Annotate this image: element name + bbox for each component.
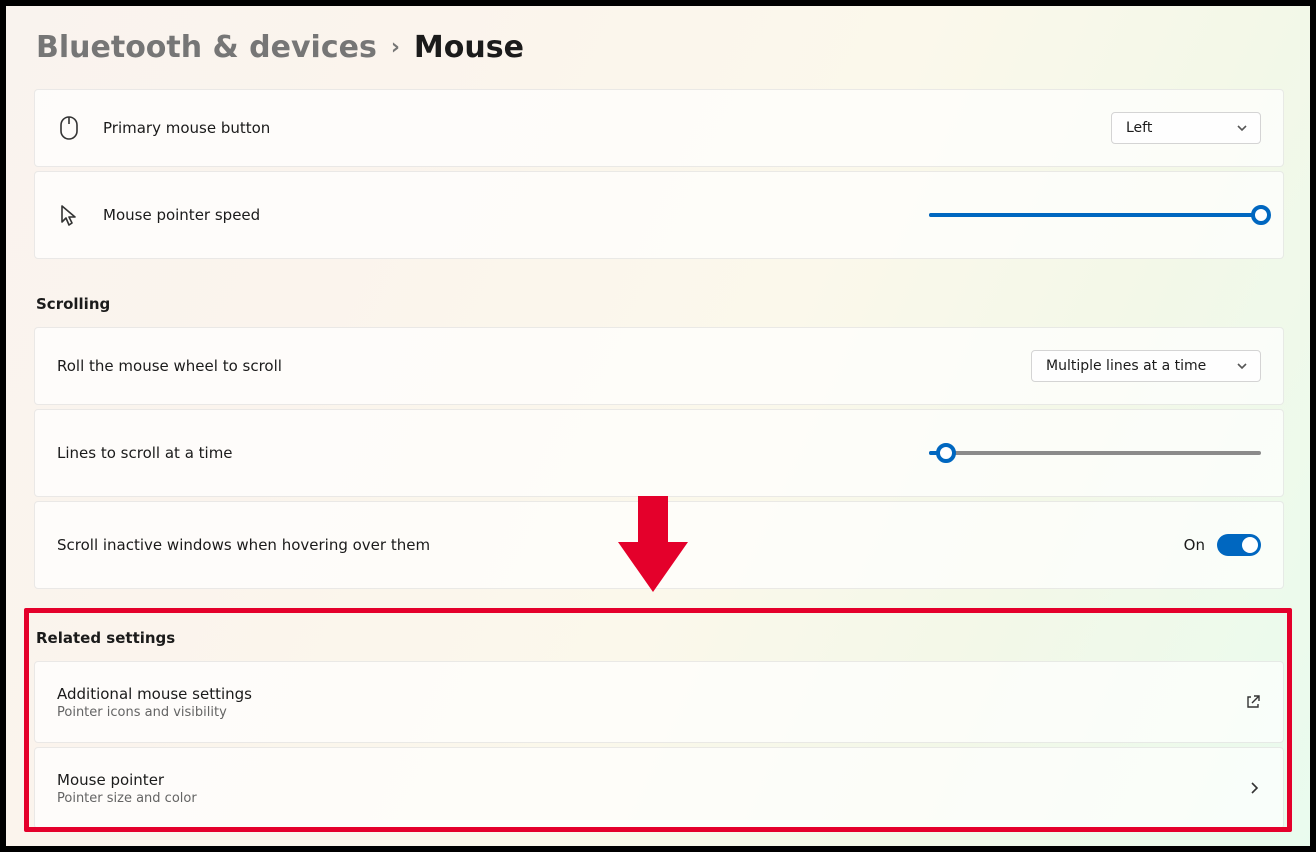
dropdown-value: Left xyxy=(1126,120,1152,136)
chevron-down-icon xyxy=(1236,360,1248,372)
setting-label: Mouse pointer speed xyxy=(103,206,907,224)
setting-label: Lines to scroll at a time xyxy=(57,444,907,462)
link-desc: Pointer icons and visibility xyxy=(57,705,252,720)
chevron-down-icon xyxy=(1236,122,1248,134)
setting-scroll-inactive: Scroll inactive windows when hovering ov… xyxy=(34,501,1284,589)
breadcrumb: Bluetooth & devices › Mouse xyxy=(34,30,1284,65)
breadcrumb-parent[interactable]: Bluetooth & devices xyxy=(36,30,377,65)
toggle-state-text: On xyxy=(1184,536,1205,554)
external-link-icon xyxy=(1245,694,1261,710)
mouse-icon xyxy=(57,116,81,140)
dropdown-value: Multiple lines at a time xyxy=(1046,358,1206,374)
setting-label: Scroll inactive windows when hovering ov… xyxy=(57,536,1162,554)
pointer-speed-slider[interactable] xyxy=(929,205,1261,225)
settings-mouse-page: Bluetooth & devices › Mouse Primary mous… xyxy=(6,6,1310,846)
setting-wheel-mode: Roll the mouse wheel to scroll Multiple … xyxy=(34,327,1284,405)
setting-lines-to-scroll: Lines to scroll at a time xyxy=(34,409,1284,497)
chevron-right-icon xyxy=(1247,781,1261,795)
link-desc: Pointer size and color xyxy=(57,791,197,806)
link-title: Additional mouse settings xyxy=(57,685,252,703)
page-title: Mouse xyxy=(414,30,524,65)
section-header-related: Related settings xyxy=(36,629,1284,647)
setting-label: Roll the mouse wheel to scroll xyxy=(57,357,1009,375)
chevron-right-icon: › xyxy=(391,35,400,60)
wheel-mode-dropdown[interactable]: Multiple lines at a time xyxy=(1031,350,1261,382)
slider-thumb[interactable] xyxy=(1251,205,1271,225)
scroll-inactive-toggle[interactable] xyxy=(1217,534,1261,556)
setting-primary-mouse-button: Primary mouse button Left xyxy=(34,89,1284,167)
slider-thumb[interactable] xyxy=(936,443,956,463)
setting-label: Primary mouse button xyxy=(103,119,1089,137)
lines-slider[interactable] xyxy=(929,443,1261,463)
primary-button-dropdown[interactable]: Left xyxy=(1111,112,1261,144)
section-header-scrolling: Scrolling xyxy=(36,295,1284,313)
related-mouse-pointer[interactable]: Mouse pointer Pointer size and color xyxy=(34,747,1284,829)
toggle-knob xyxy=(1242,537,1258,553)
cursor-icon xyxy=(57,204,81,226)
related-additional-mouse-settings[interactable]: Additional mouse settings Pointer icons … xyxy=(34,661,1284,743)
link-title: Mouse pointer xyxy=(57,771,197,789)
setting-pointer-speed: Mouse pointer speed xyxy=(34,171,1284,259)
